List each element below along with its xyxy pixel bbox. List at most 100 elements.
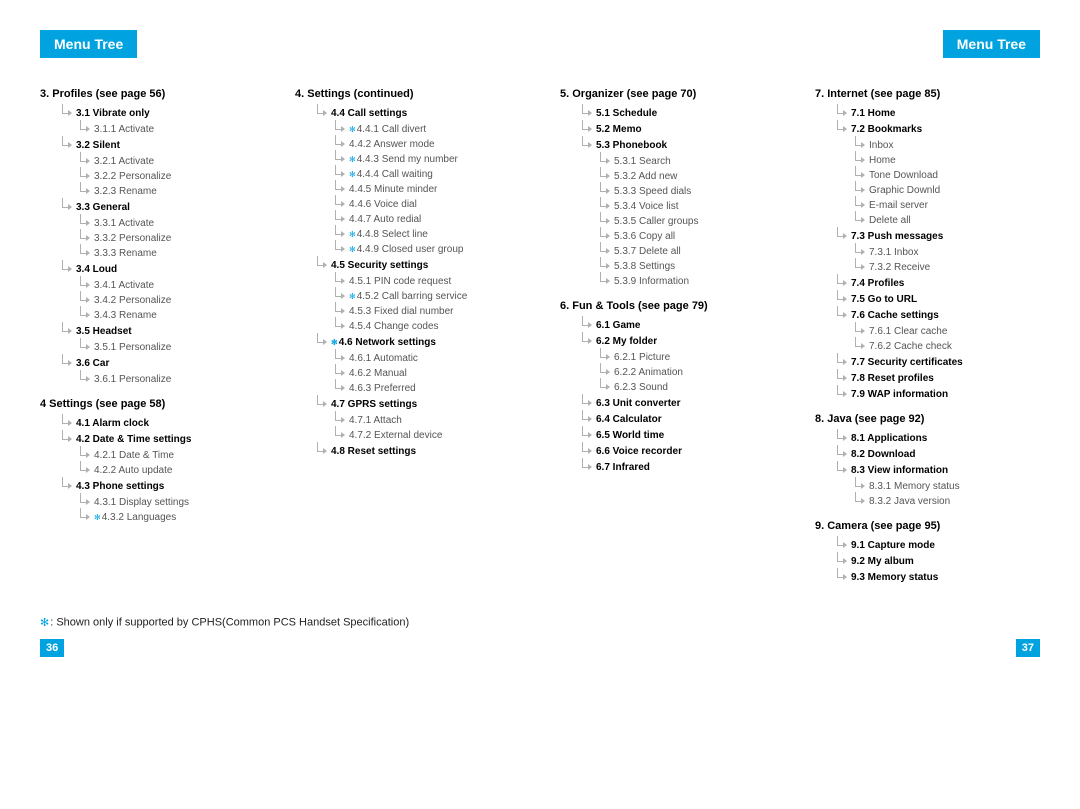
tree-connector-icon (578, 122, 592, 136)
menu-item-label: 5.3.6 Copy all (614, 231, 675, 242)
tree-connector-icon (76, 510, 90, 524)
menu-item-label: 5.3.3 Speed dials (614, 186, 691, 197)
menu-item-level2: 6.5 World time (578, 428, 785, 442)
tree-connector-icon (58, 324, 72, 338)
tree-connector-icon (851, 183, 865, 197)
star-icon: ✻ (40, 617, 49, 629)
tree-connector-icon (596, 214, 610, 228)
menu-item-label: 5.1 Schedule (596, 108, 657, 119)
menu-item-label: 4.7.2 External device (349, 430, 442, 441)
star-icon: ✻ (94, 513, 101, 522)
page-header-right: Menu Tree (943, 30, 1040, 58)
menu-item-label: 7.6 Cache settings (851, 310, 939, 321)
tree-connector-icon (851, 339, 865, 353)
menu-item-label: 3.6 Car (76, 358, 109, 369)
star-icon: ✻ (349, 170, 356, 179)
tree-connector-icon (851, 213, 865, 227)
menu-item-label: 4.4.2 Answer mode (349, 139, 435, 150)
tree-connector-icon (596, 259, 610, 273)
menu-item-level3: 4.4.7 Auto redial (331, 212, 520, 226)
menu-item-level3: 5.3.9 Information (596, 274, 785, 288)
tree-connector-icon (313, 258, 327, 272)
menu-item-label: 9.2 My album (851, 556, 914, 567)
tree-connector-icon (596, 184, 610, 198)
menu-item-label: 4.4.4 Call waiting (357, 169, 433, 180)
menu-item-label: 8.3 View information (851, 465, 948, 476)
menu-item-label: 4.6 Network settings (339, 337, 436, 348)
tree-connector-icon (331, 242, 345, 256)
tree-connector-icon (578, 428, 592, 442)
tree-connector-icon (851, 198, 865, 212)
tree-connector-icon (331, 289, 345, 303)
menu-item-label: 7.3.2 Receive (869, 262, 930, 273)
menu-item-level3: Delete all (851, 213, 1040, 227)
menu-item-label: 4.4.1 Call divert (357, 124, 426, 135)
menu-item-level3: 5.3.6 Copy all (596, 229, 785, 243)
menu-item-label: Home (869, 155, 896, 166)
tree-connector-icon (833, 538, 847, 552)
menu-item-level2: 7.1 Home (833, 106, 1040, 120)
menu-item-label: 3.2.3 Rename (94, 186, 157, 197)
menu-item-level3: 4.6.3 Preferred (331, 381, 520, 395)
menu-item-label: 4.4.3 Send my number (357, 154, 458, 165)
tree-connector-icon (76, 154, 90, 168)
tree-connector-icon (331, 366, 345, 380)
menu-item-level3: 5.3.5 Caller groups (596, 214, 785, 228)
menu-item-level3: 7.6.2 Cache check (851, 339, 1040, 353)
tree-connector-icon (596, 274, 610, 288)
tree-connector-icon (596, 154, 610, 168)
tree-connector-icon (58, 479, 72, 493)
menu-item-level2: 7.9 WAP information (833, 387, 1040, 401)
menu-item-label: 3.4.2 Personalize (94, 295, 171, 306)
menu-item-label: 3.4.3 Rename (94, 310, 157, 321)
tree-connector-icon (58, 262, 72, 276)
menu-item-label: 3.4 Loud (76, 264, 117, 275)
tree-connector-icon (578, 444, 592, 458)
menu-item-label: 3.6.1 Personalize (94, 374, 171, 385)
section-heading: 3. Profiles (see page 56) (40, 88, 265, 100)
menu-item-label: 5.3.4 Voice list (614, 201, 678, 212)
menu-item-label: 6.5 World time (596, 430, 664, 441)
tree-connector-icon (833, 106, 847, 120)
tree-connector-icon (578, 396, 592, 410)
menu-item-label: 4.3.2 Languages (102, 512, 177, 523)
menu-item-label: 3.3.3 Rename (94, 248, 157, 259)
tree-connector-icon (76, 463, 90, 477)
menu-item-label: 3.3.1 Activate (94, 218, 154, 229)
menu-item-level3: 4.5.4 Change codes (331, 319, 520, 333)
menu-item-level2: 6.6 Voice recorder (578, 444, 785, 458)
menu-item-level3: 5.3.2 Add new (596, 169, 785, 183)
menu-item-label: 4.4 Call settings (331, 108, 407, 119)
menu-item-level2: 4.5 Security settings (313, 258, 520, 272)
tree-connector-icon (331, 137, 345, 151)
menu-item-label: 3.5 Headset (76, 326, 132, 337)
menu-item-label: 4.4.8 Select line (357, 229, 428, 240)
tree-connector-icon (833, 387, 847, 401)
menu-item-level2: 7.8 Reset profiles (833, 371, 1040, 385)
menu-item-label: 7.8 Reset profiles (851, 373, 934, 384)
tree-connector-icon (851, 260, 865, 274)
menu-item-label: Inbox (869, 140, 893, 151)
menu-item-label: 5.3.1 Search (614, 156, 671, 167)
menu-item-level3: 3.2.1 Activate (76, 154, 265, 168)
tree-connector-icon (596, 350, 610, 364)
menu-item-label: 5.3.7 Delete all (614, 246, 681, 257)
section-heading: 6. Fun & Tools (see page 79) (560, 300, 785, 312)
menu-item-label: 4.2.1 Date & Time (94, 450, 174, 461)
tree-connector-icon (851, 479, 865, 493)
menu-item-label: 4.5.4 Change codes (349, 321, 439, 332)
menu-item-level2: 7.5 Go to URL (833, 292, 1040, 306)
tree-connector-icon (58, 138, 72, 152)
tree-connector-icon (833, 308, 847, 322)
menu-item-level2: 9.3 Memory status (833, 570, 1040, 584)
tree-connector-icon (578, 334, 592, 348)
menu-item-label: 4.4.6 Voice dial (349, 199, 417, 210)
menu-item-label: 8.2 Download (851, 449, 915, 460)
menu-item-level3: 3.1.1 Activate (76, 122, 265, 136)
menu-item-level3: Tone Download (851, 168, 1040, 182)
menu-item-label: 4.5.1 PIN code request (349, 276, 451, 287)
menu-item-label: 8.3.1 Memory status (869, 481, 960, 492)
menu-item-level2: 3.4 Loud (58, 262, 265, 276)
menu-item-level3: 3.4.2 Personalize (76, 293, 265, 307)
tree-connector-icon (331, 319, 345, 333)
